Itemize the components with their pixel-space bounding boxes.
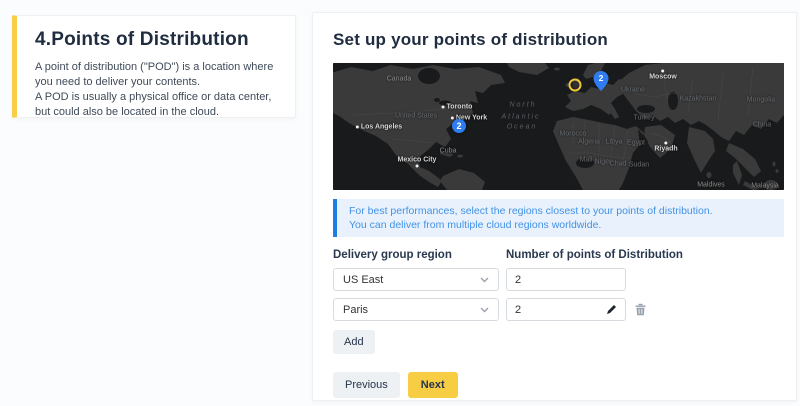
map-country-label: Turkey	[633, 114, 655, 122]
delete-row-button[interactable]	[635, 303, 646, 316]
map-country-label: Ukraine	[620, 86, 646, 94]
pod-row-paris: Paris 2	[333, 298, 776, 321]
form-column-labels: Delivery group region Number of points o…	[333, 249, 776, 261]
next-button[interactable]: Next	[407, 372, 458, 398]
map-city-dot	[664, 141, 668, 145]
page-title: Set up your points of distribution	[333, 30, 608, 49]
pods-input-value: 2	[515, 303, 522, 316]
region-select-us-east[interactable]: US East	[333, 268, 499, 291]
map-country-label: Mongolia	[746, 96, 776, 104]
map-ocean-label: North	[509, 101, 537, 109]
region-column-label: Delivery group region	[333, 249, 452, 261]
chevron-down-icon	[480, 307, 489, 312]
map-country-label: Maldives	[697, 181, 725, 189]
world-map[interactable]: Canada United States Cuba Ukraine Kazakhstan…	[333, 63, 784, 190]
map-country-label: Chad	[609, 160, 627, 168]
map-country-label: Canada	[386, 75, 412, 83]
map-country-label: Libya	[605, 138, 623, 146]
add-row-button[interactable]: Add	[333, 330, 375, 354]
step-info-card: 4.Points of Distribution A point of dist…	[12, 15, 296, 118]
step-description-line-2: A POD is usually a physical office or da…	[35, 91, 272, 118]
chevron-down-icon	[480, 277, 489, 282]
pods-input-paris[interactable]: 2	[506, 298, 626, 321]
map-city-dot	[450, 116, 454, 120]
trash-icon	[635, 303, 646, 316]
edit-pencil-icon[interactable]	[606, 304, 617, 315]
map-city-label: Moscow	[649, 69, 677, 81]
previous-button[interactable]: Previous	[333, 372, 400, 398]
map-city-label: Los Angeles	[355, 124, 402, 131]
map-city-dot	[415, 164, 419, 168]
map-city-label: Mexico City	[398, 157, 436, 168]
wizard-footer: Previous Next	[333, 372, 776, 398]
map-country-label: Egypt	[627, 139, 645, 147]
map-country-label: Sudan	[628, 161, 650, 169]
map-country-label: Algeria	[578, 138, 600, 146]
region-select-value: Paris	[343, 303, 369, 316]
map-country-label: United States	[394, 112, 438, 120]
map-country-label: Malaysia	[751, 182, 779, 190]
setup-pods-card: Set up your points of distribution Canad…	[312, 12, 797, 401]
map-country-label: China	[752, 121, 772, 129]
map-city-label: Riyadh	[654, 141, 678, 153]
map-country-label: Cuba	[439, 147, 457, 155]
pods-input-value: 2	[515, 273, 522, 286]
map-marker-us-east[interactable]: 2	[452, 119, 466, 133]
info-banner-line-2: You can deliver from multiple cloud regi…	[349, 219, 602, 231]
map-city-dot	[355, 125, 359, 129]
map-pin-count: 2	[598, 73, 604, 83]
map-city-dot	[661, 69, 665, 73]
map-country-label: Kazakhstan	[679, 95, 717, 103]
map-ocean-label: Ocean	[506, 123, 538, 131]
map-ocean-label: Atlantic	[501, 113, 541, 121]
map-marker-paris[interactable]: 2	[593, 71, 609, 91]
map-marker-london[interactable]	[568, 78, 582, 92]
step-description-line-1: A point of distribution ("POD") is a loc…	[35, 61, 274, 88]
pods-input-us-east[interactable]: 2	[506, 268, 626, 291]
map-city-dot	[441, 105, 445, 109]
map-country-label: Morocco	[559, 130, 587, 138]
region-select-value: US East	[343, 273, 384, 286]
map-city-label: Toronto	[441, 104, 472, 111]
map-country-label: Mali	[579, 156, 593, 164]
pods-column-label: Number of points of Distribution	[506, 249, 683, 261]
info-banner-line-1: For best performances, select the region…	[349, 205, 713, 217]
info-banner: For best performances, select the region…	[333, 199, 784, 237]
pod-row-us-east: US East 2	[333, 268, 776, 291]
region-select-paris[interactable]: Paris	[333, 298, 499, 321]
step-title: 4.Points of Distribution	[35, 29, 249, 50]
